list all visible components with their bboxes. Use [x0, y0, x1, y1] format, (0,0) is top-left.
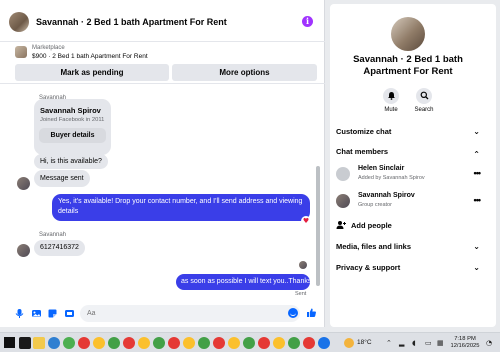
clock[interactable]: 7:18 PM 12/16/2025: [448, 336, 482, 350]
chat-members-row[interactable]: Chat members ⌃: [336, 147, 480, 159]
more-options-icon[interactable]: •••: [474, 195, 482, 205]
keyboard-icon[interactable]: ▦: [437, 339, 444, 347]
chrome-icon[interactable]: [93, 337, 105, 349]
chrome-icon[interactable]: [153, 337, 165, 349]
message-bubble[interactable]: Hi, is this available?: [34, 154, 108, 169]
chrome-icon[interactable]: [258, 337, 270, 349]
scrollbar-thumb[interactable]: [316, 166, 320, 286]
buyer-card: Savannah Spirov Joined Facebook in 2011 …: [34, 99, 111, 155]
message-bubble[interactable]: Message sent: [34, 170, 90, 187]
customize-chat-row[interactable]: Customize chat ⌄: [336, 127, 480, 139]
message-list: Savannah Savannah Spirov Joined Facebook…: [0, 0, 325, 327]
chevron-down-icon: ⌄: [473, 127, 480, 136]
chat-members-label: Chat members: [336, 147, 389, 156]
add-people-button[interactable]: Add people: [336, 221, 436, 233]
avatar: [336, 167, 350, 181]
battery-icon[interactable]: ▭: [425, 339, 432, 347]
weather-icon[interactable]: [344, 338, 354, 348]
volume-icon[interactable]: ◖: [412, 339, 416, 347]
member-name: Helen Sinclair: [358, 165, 405, 172]
chrome-icon[interactable]: [288, 337, 300, 349]
chrome-icon[interactable]: [213, 337, 225, 349]
chat-panel: Savannah · 2 Bed 1 bath Apartment For Re…: [0, 0, 325, 327]
buyer-joined: Joined Facebook in 2011: [40, 117, 105, 123]
date: 12/16/2025: [450, 343, 480, 349]
chrome-icon[interactable]: [123, 337, 135, 349]
avatar: [336, 194, 350, 208]
message-input[interactable]: [80, 305, 300, 322]
gif-icon[interactable]: [64, 308, 75, 319]
avatar[interactable]: [17, 244, 30, 257]
group-avatar[interactable]: [391, 17, 425, 51]
chrome-icon[interactable]: [318, 337, 330, 349]
avatar[interactable]: [17, 177, 30, 190]
chrome-icon[interactable]: [63, 337, 75, 349]
task-view-icon[interactable]: [19, 337, 31, 349]
like-icon[interactable]: [306, 307, 317, 318]
buyer-details-button[interactable]: Buyer details: [39, 128, 106, 143]
temperature[interactable]: 18°C: [357, 339, 372, 346]
privacy-support-label: Privacy & support: [336, 263, 401, 272]
time: 7:18 PM: [454, 336, 476, 342]
sender-name: Savannah: [39, 232, 67, 238]
microphone-icon[interactable]: [14, 308, 25, 319]
chrome-icon[interactable]: [138, 337, 150, 349]
chrome-icon[interactable]: [243, 337, 255, 349]
media-files-label: Media, files and links: [336, 242, 412, 251]
file-explorer-icon[interactable]: [33, 337, 45, 349]
sent-message-bubble[interactable]: as soon as possible I will text you..Tha…: [176, 274, 311, 290]
chrome-icon[interactable]: [303, 337, 315, 349]
group-title: Savannah · 2 Bed 1 bath Apartment For Re…: [353, 54, 463, 77]
chrome-icon[interactable]: [273, 337, 285, 349]
notification-bell-icon[interactable]: ◔: [486, 339, 492, 347]
member-subtitle: Added by Savannah Spirov: [358, 175, 425, 181]
member-item[interactable]: Savannah Spirov Group creator •••: [336, 192, 482, 214]
search-label: Search: [414, 107, 434, 113]
chrome-icon[interactable]: [108, 337, 120, 349]
composer: [0, 301, 325, 327]
network-icon[interactable]: ▂: [399, 339, 404, 347]
chevron-up-icon: ⌃: [473, 150, 480, 159]
emoji-icon[interactable]: [288, 308, 298, 318]
taskbar: 18°C ⌃ ▂ ◖ ▭ ▦ 7:18 PM 12/16/2025 ◔: [0, 332, 500, 352]
conversation-info-panel: Savannah · 2 Bed 1 bath Apartment For Re…: [330, 4, 496, 327]
mute-label: Mute: [384, 107, 398, 113]
edge-icon[interactable]: [48, 337, 60, 349]
message-bubble[interactable]: 6127416372: [34, 240, 85, 256]
chevron-down-icon: ⌄: [473, 263, 480, 272]
search-button[interactable]: [416, 88, 432, 104]
media-files-row[interactable]: Media, files and links ⌄: [336, 242, 480, 254]
customize-chat-label: Customize chat: [336, 127, 392, 136]
member-name: Savannah Spirov: [358, 192, 415, 199]
privacy-support-row[interactable]: Privacy & support ⌄: [336, 263, 480, 275]
sent-message-bubble[interactable]: Yes, it's available! Drop your contact n…: [52, 194, 310, 221]
member-item[interactable]: Helen Sinclair Added by Savannah Spirov …: [336, 165, 482, 187]
buyer-name: Savannah Spirov: [40, 106, 101, 115]
sticker-icon[interactable]: [47, 308, 58, 319]
start-icon[interactable]: [4, 337, 15, 348]
seen-avatar: [299, 261, 307, 269]
scrollbar[interactable]: [316, 86, 320, 291]
chevron-up-icon[interactable]: ⌃: [386, 339, 392, 347]
chrome-icon[interactable]: [183, 337, 195, 349]
mute-button[interactable]: [383, 88, 399, 104]
chrome-icon[interactable]: [198, 337, 210, 349]
message-status: Sent: [295, 291, 307, 297]
image-icon[interactable]: [31, 308, 42, 319]
chrome-icon[interactable]: [78, 337, 90, 349]
member-subtitle: Group creator: [358, 202, 392, 208]
more-options-icon[interactable]: •••: [474, 168, 482, 178]
chrome-icon[interactable]: [168, 337, 180, 349]
chrome-icon[interactable]: [228, 337, 240, 349]
add-people-label: Add people: [351, 221, 392, 230]
heart-reaction-icon[interactable]: ♥: [301, 216, 311, 226]
add-person-icon: [336, 220, 346, 233]
chevron-down-icon: ⌄: [473, 242, 480, 251]
